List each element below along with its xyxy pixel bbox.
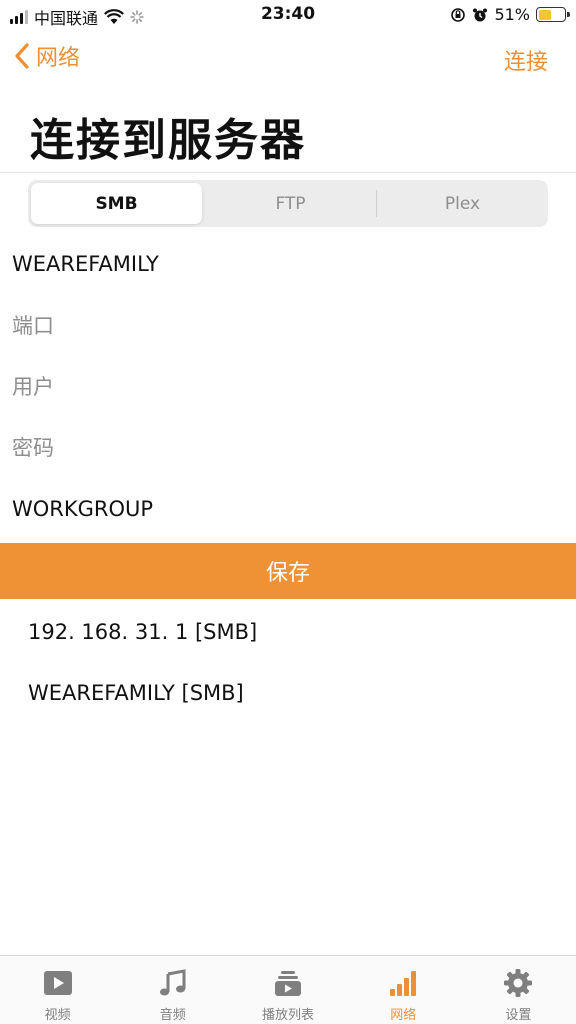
page-title: 连接到服务器 bbox=[30, 115, 306, 166]
battery-icon bbox=[536, 7, 570, 22]
host-field-row bbox=[12, 239, 564, 289]
signal-bars-icon bbox=[387, 968, 419, 998]
tab-network[interactable]: 网络 bbox=[346, 956, 461, 1024]
tab-playlist[interactable]: 播放列表 bbox=[230, 956, 345, 1024]
divider bbox=[0, 172, 576, 173]
connect-button[interactable]: 连接 bbox=[504, 44, 548, 76]
port-field-row bbox=[12, 301, 564, 351]
tab-video[interactable]: 视频 bbox=[0, 956, 115, 1024]
orientation-lock-icon bbox=[451, 7, 466, 22]
user-field-row bbox=[12, 362, 564, 412]
tab-label: 网络 bbox=[390, 1008, 417, 1023]
password-field-row bbox=[12, 423, 564, 473]
tab-settings[interactable]: 设置 bbox=[461, 956, 576, 1024]
tab-ftp[interactable]: FTP bbox=[205, 180, 376, 227]
video-icon bbox=[42, 968, 74, 998]
tab-label: 设置 bbox=[505, 1008, 532, 1023]
protocol-segmented-control: SMB FTP Plex bbox=[28, 180, 548, 227]
back-button-label: 网络 bbox=[36, 46, 81, 71]
status-bar: 中国联通 23:40 51% bbox=[0, 0, 576, 30]
password-field[interactable] bbox=[12, 436, 564, 460]
tab-label: 播放列表 bbox=[262, 1008, 315, 1023]
back-button[interactable]: 网络 bbox=[14, 40, 80, 72]
battery-percent: 51% bbox=[494, 5, 530, 24]
host-field[interactable] bbox=[12, 252, 564, 276]
music-note-icon bbox=[157, 968, 189, 998]
workgroup-field[interactable] bbox=[12, 497, 564, 521]
gear-icon bbox=[502, 968, 534, 998]
saved-server-item[interactable]: WEAREFAMILY [SMB] bbox=[28, 681, 244, 705]
port-field[interactable] bbox=[12, 314, 564, 338]
playlist-icon bbox=[272, 968, 304, 998]
tab-audio[interactable]: 音频 bbox=[115, 956, 230, 1024]
status-right: 51% bbox=[450, 5, 570, 24]
tab-bar: 视频 音频 播放列表 网络 设置 bbox=[0, 955, 576, 1024]
workgroup-field-row bbox=[12, 484, 564, 534]
alarm-icon bbox=[473, 8, 488, 21]
navigation-bar: 网络 连接 bbox=[0, 40, 576, 80]
user-field[interactable] bbox=[12, 375, 564, 399]
tab-label: 视频 bbox=[44, 1008, 71, 1023]
saved-server-item[interactable]: 192. 168. 31. 1 [SMB] bbox=[28, 620, 257, 644]
chevron-left-icon bbox=[15, 43, 29, 69]
tab-label: 音频 bbox=[159, 1008, 186, 1023]
tab-plex[interactable]: Plex bbox=[377, 180, 548, 227]
save-button[interactable]: 保存 bbox=[0, 543, 576, 599]
tab-smb[interactable]: SMB bbox=[31, 183, 202, 224]
